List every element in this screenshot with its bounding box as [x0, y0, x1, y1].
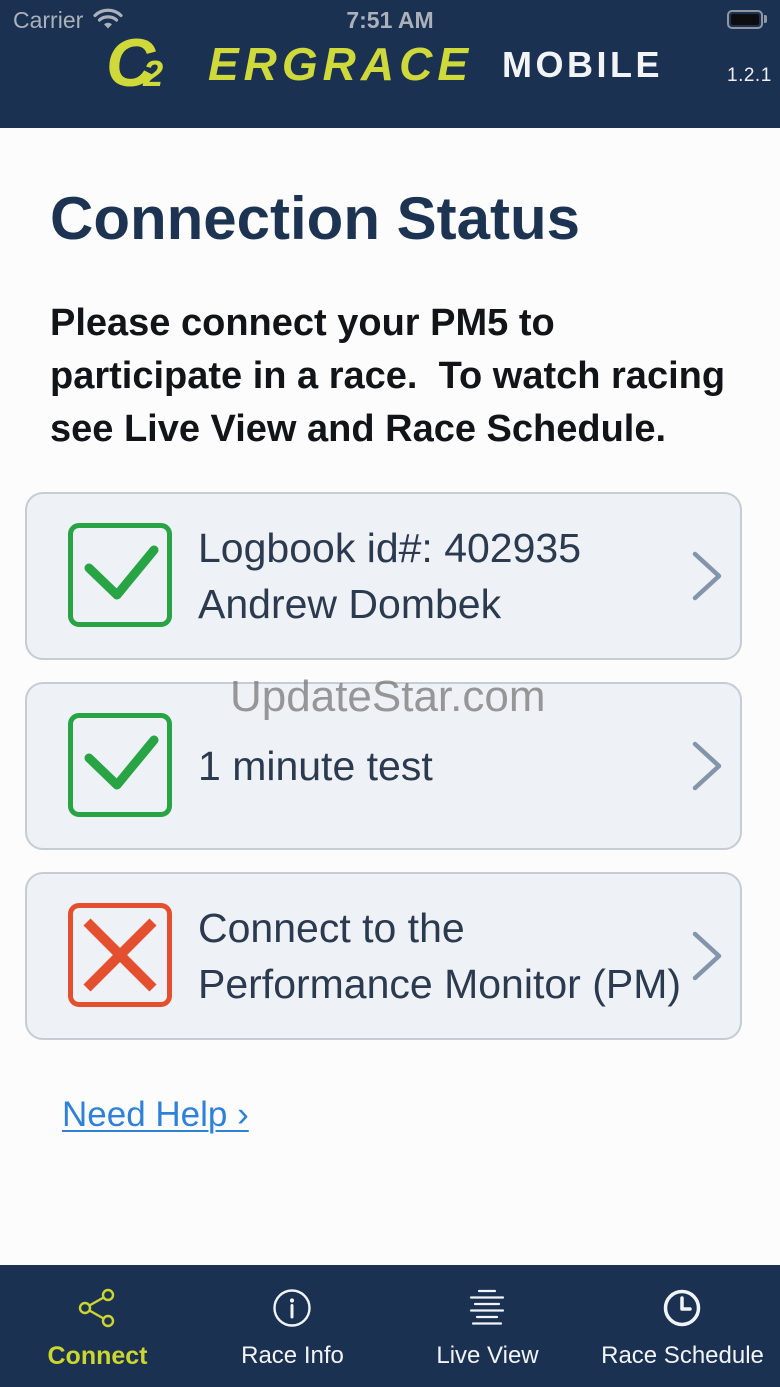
- tab-label: Live View: [436, 1342, 539, 1369]
- chevron-right-icon: [692, 551, 722, 601]
- logbook-id-text: Logbook id#: 402935: [198, 525, 582, 571]
- tab-bar: Connect Race Info Live View Race Schedul…: [0, 1265, 780, 1387]
- status-item-workout[interactable]: 1 minute test: [25, 682, 742, 850]
- pm-connection-text-line-2: Performance Monitor (PM): [198, 961, 682, 1007]
- check-mark: [84, 735, 159, 790]
- status-item-text: Connect to the Performance Monitor (PM): [198, 874, 681, 1038]
- check-icon: [68, 713, 172, 817]
- check-icon: [68, 523, 172, 627]
- tab-live-view[interactable]: Live View: [390, 1265, 585, 1387]
- clock-icon: [663, 1289, 701, 1327]
- need-help-link[interactable]: Need Help ›: [62, 1095, 249, 1135]
- brand-name: ERGRACE: [208, 38, 474, 90]
- info-icon: [273, 1289, 311, 1327]
- tab-label: Race Info: [241, 1342, 344, 1369]
- status-item-logbook[interactable]: Logbook id#: 402935 Andrew Dombek: [25, 492, 742, 660]
- workout-name-text: 1 minute test: [198, 743, 433, 789]
- x-mark: [83, 918, 157, 992]
- page-title: Connection Status: [50, 185, 581, 252]
- status-item-pm-connection[interactable]: Connect to the Performance Monitor (PM): [25, 872, 742, 1040]
- instructions-text: Please connect your PM5 to participate i…: [50, 302, 736, 450]
- live-view-icon: [469, 1289, 505, 1325]
- tab-connect[interactable]: Connect: [0, 1265, 195, 1387]
- status-time: 7:51 AM: [346, 7, 434, 33]
- tab-label: Connect: [47, 1342, 148, 1370]
- user-name-text: Andrew Dombek: [198, 581, 502, 627]
- tab-race-info[interactable]: Race Info: [195, 1265, 390, 1387]
- status-item-text: 1 minute test: [198, 684, 433, 848]
- share-icon: [78, 1288, 115, 1328]
- pm-connection-text-line-1: Connect to the: [198, 905, 465, 951]
- tab-race-schedule[interactable]: Race Schedule: [585, 1265, 780, 1387]
- c2-logo: C2: [106, 25, 164, 101]
- app-version: 1.2.1: [727, 65, 772, 86]
- battery-level: [731, 14, 759, 25]
- status-item-text: Logbook id#: 402935 Andrew Dombek: [198, 494, 581, 658]
- tab-label: Race Schedule: [601, 1342, 764, 1369]
- battery-icon: [727, 10, 763, 29]
- check-mark: [84, 545, 159, 600]
- battery-nub: [764, 15, 767, 23]
- app-header: Carrier 7:51 AM C2 ERGRACE MOBILE 1.2.1: [0, 0, 780, 128]
- carrier-label: Carrier: [13, 7, 84, 33]
- brand-suffix: MOBILE: [502, 44, 663, 85]
- x-icon: [68, 903, 172, 1007]
- chevron-right-icon: [692, 931, 722, 981]
- chevron-right-icon: [692, 741, 722, 791]
